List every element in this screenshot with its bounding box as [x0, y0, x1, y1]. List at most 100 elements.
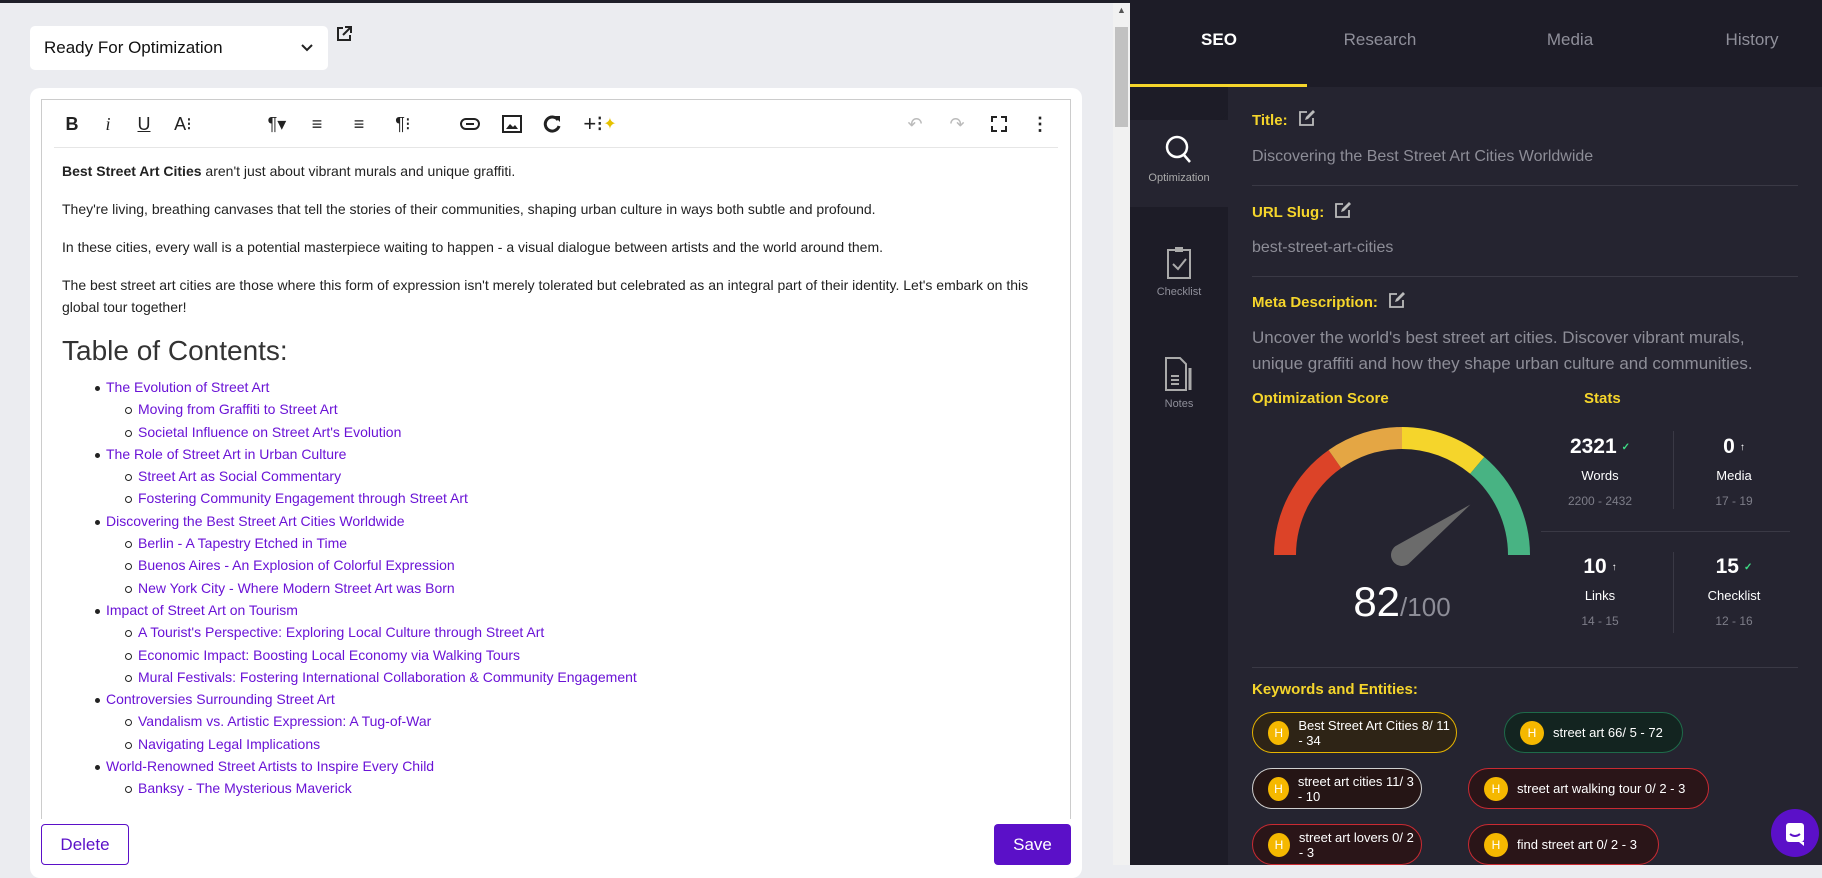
tab-research[interactable]: Research [1295, 30, 1465, 50]
toc-link[interactable]: Economic Impact: Boosting Local Economy … [138, 647, 520, 663]
paragraph: In these cities, every wall is a potenti… [62, 239, 884, 255]
toc-link[interactable]: Vandalism vs. Artistic Expression: A Tug… [138, 713, 431, 729]
sidebar-item-label: Optimization [1148, 172, 1210, 184]
scrollbar-thumb[interactable] [1115, 27, 1128, 127]
keyword-chip[interactable]: Hstreet art lovers 0/ 2 - 3 [1252, 824, 1422, 865]
toc-link[interactable]: Berlin - A Tapestry Etched in Time [138, 535, 347, 551]
toc-item: Fostering Community Engagement through S… [62, 487, 1052, 509]
heading-badge: H [1520, 720, 1544, 745]
link-icon [460, 118, 480, 130]
keyword-text: Best Street Art Cities 8/ 11 - 34 [1298, 717, 1450, 748]
toc-link[interactable]: Moving from Graffiti to Street Art [138, 401, 338, 417]
paragraph-format-button[interactable]: ¶▾ [260, 112, 294, 136]
toc-link[interactable]: Banksy - The Mysterious Maverick [138, 780, 352, 796]
underline-button[interactable]: U [132, 112, 156, 136]
undo-button[interactable]: ↶ [902, 112, 928, 136]
align-left-button[interactable]: ≡ [304, 112, 330, 136]
fullscreen-icon [991, 116, 1007, 132]
redo-button[interactable]: ↷ [944, 112, 970, 136]
edit-icon[interactable] [1334, 201, 1352, 223]
bold-button[interactable]: B [60, 112, 84, 136]
scroll-up-icon[interactable]: ▲ [1117, 5, 1126, 15]
fullscreen-button[interactable] [986, 112, 1012, 136]
tab-media[interactable]: Media [1485, 30, 1655, 50]
external-link-icon[interactable] [336, 26, 352, 42]
tab-history[interactable]: History [1667, 30, 1822, 50]
toc-link[interactable]: New York City - Where Modern Street Art … [138, 580, 455, 596]
toc-link[interactable]: Navigating Legal Implications [138, 736, 320, 752]
stat-number: 10 [1583, 555, 1607, 578]
toc-item: Discovering the Best Street Art Cities W… [62, 510, 1052, 532]
italic-button[interactable]: i [96, 112, 120, 136]
scrollbar[interactable]: ▲ [1113, 3, 1130, 865]
chat-button[interactable] [1771, 809, 1819, 857]
toc-item: Economic Impact: Boosting Local Economy … [62, 644, 1052, 666]
score-gauge [1274, 427, 1530, 566]
sidebar-item-optimization[interactable]: Optimization [1130, 120, 1228, 207]
toc-item: Buenos Aires - An Explosion of Colorful … [62, 554, 1052, 576]
stat-number: 15 [1715, 555, 1739, 578]
more-options-button[interactable]: ⋮ [1030, 112, 1050, 136]
keyword-bold: Best Street Art Cities [62, 163, 202, 179]
toc-item: World-Renowned Street Artists to Inspire… [62, 755, 1052, 777]
keyword-text: street art walking tour 0/ 2 - 3 [1517, 781, 1686, 796]
toc-link[interactable]: Buenos Aires - An Explosion of Colorful … [138, 557, 455, 573]
stat-value: 15 ✓ [1669, 555, 1799, 579]
toc-link[interactable]: Mural Festivals: Fostering International… [138, 669, 637, 685]
keyword-chip[interactable]: Hstreet art 66/ 5 - 72 [1504, 712, 1683, 753]
sidebar-item-notes[interactable]: Notes [1130, 342, 1228, 430]
score-display: 82/100 [1302, 578, 1502, 626]
toc-link[interactable]: A Tourist's Perspective: Exploring Local… [138, 624, 544, 640]
toc-link[interactable]: World-Renowned Street Artists to Inspire… [106, 758, 434, 774]
stat-number: 2321 [1569, 435, 1617, 458]
status-dropdown[interactable]: Ready For Optimization [30, 26, 328, 70]
font-size-button[interactable]: A⁝ [168, 112, 198, 136]
toc-item: Banksy - The Mysterious Maverick [62, 777, 1052, 799]
title-value: Discovering the Best Street Art Cities W… [1252, 148, 1594, 165]
keyword-chip[interactable]: Hstreet art cities 11/ 3 - 10 [1252, 768, 1422, 809]
toc-link[interactable]: Fostering Community Engagement through S… [138, 490, 468, 506]
divider [1541, 531, 1790, 532]
toc-item: Moving from Graffiti to Street Art [62, 398, 1052, 420]
paragraph: Best Street Art Cities aren't just about… [62, 160, 1052, 182]
refresh-button[interactable] [538, 112, 566, 136]
toc-item: Navigating Legal Implications [62, 733, 1052, 755]
stat-number: 0 [1723, 435, 1735, 458]
toc-link[interactable]: Impact of Street Art on Tourism [106, 602, 298, 618]
toc-item: The Role of Street Art in Urban Culture [62, 443, 1052, 465]
heading-badge: H [1268, 776, 1289, 801]
label-text: URL Slug: [1252, 203, 1325, 221]
sidebar-item-checklist[interactable]: Checklist [1130, 232, 1228, 320]
keyword-chip[interactable]: Hfind street art 0/ 2 - 3 [1468, 824, 1659, 865]
toc-link[interactable]: Controversies Surrounding Street Art [106, 691, 335, 707]
status-value: Ready For Optimization [44, 38, 223, 57]
stat-value: 2321 ✓ [1535, 435, 1665, 459]
edit-icon[interactable] [1298, 109, 1316, 131]
heading-badge: H [1484, 776, 1508, 801]
paragraph-more-button[interactable]: ¶⁝ [388, 112, 418, 136]
image-icon [502, 115, 522, 133]
note-pen-icon [1165, 357, 1192, 391]
toc-link[interactable]: Street Art as Social Commentary [138, 468, 341, 484]
toc-heading: Table of Contents: [62, 335, 288, 366]
sidebar-item-label: Notes [1164, 398, 1194, 410]
toc-link[interactable]: Societal Influence on Street Art's Evolu… [138, 424, 401, 440]
tab-seo[interactable]: SEO [1134, 30, 1304, 50]
toc-link[interactable]: The Evolution of Street Art [106, 379, 269, 395]
keywords-label: Keywords and Entities: [1252, 681, 1418, 698]
edit-icon[interactable] [1388, 291, 1406, 313]
toc-link[interactable]: The Role of Street Art in Urban Culture [106, 446, 346, 462]
save-button[interactable]: Save [994, 824, 1071, 865]
link-button[interactable] [456, 112, 484, 136]
align-center-button[interactable]: ≡ [346, 112, 372, 136]
slug-label: URL Slug: [1252, 201, 1352, 223]
image-button[interactable] [498, 112, 526, 136]
paragraph-text: aren't just about vibrant murals and uni… [201, 163, 516, 179]
keyword-chip[interactable]: H Best Street Art Cities 8/ 11 - 34 [1252, 712, 1457, 753]
editor-content[interactable]: Best Street Art Cities aren't just about… [62, 160, 1052, 800]
gauge-needle [1391, 504, 1471, 566]
keyword-chip[interactable]: Hstreet art walking tour 0/ 2 - 3 [1468, 768, 1709, 809]
toc-link[interactable]: Discovering the Best Street Art Cities W… [106, 513, 405, 529]
delete-button[interactable]: Delete [41, 824, 129, 865]
ai-insert-button[interactable]: +⁝ ✦ [578, 111, 622, 136]
